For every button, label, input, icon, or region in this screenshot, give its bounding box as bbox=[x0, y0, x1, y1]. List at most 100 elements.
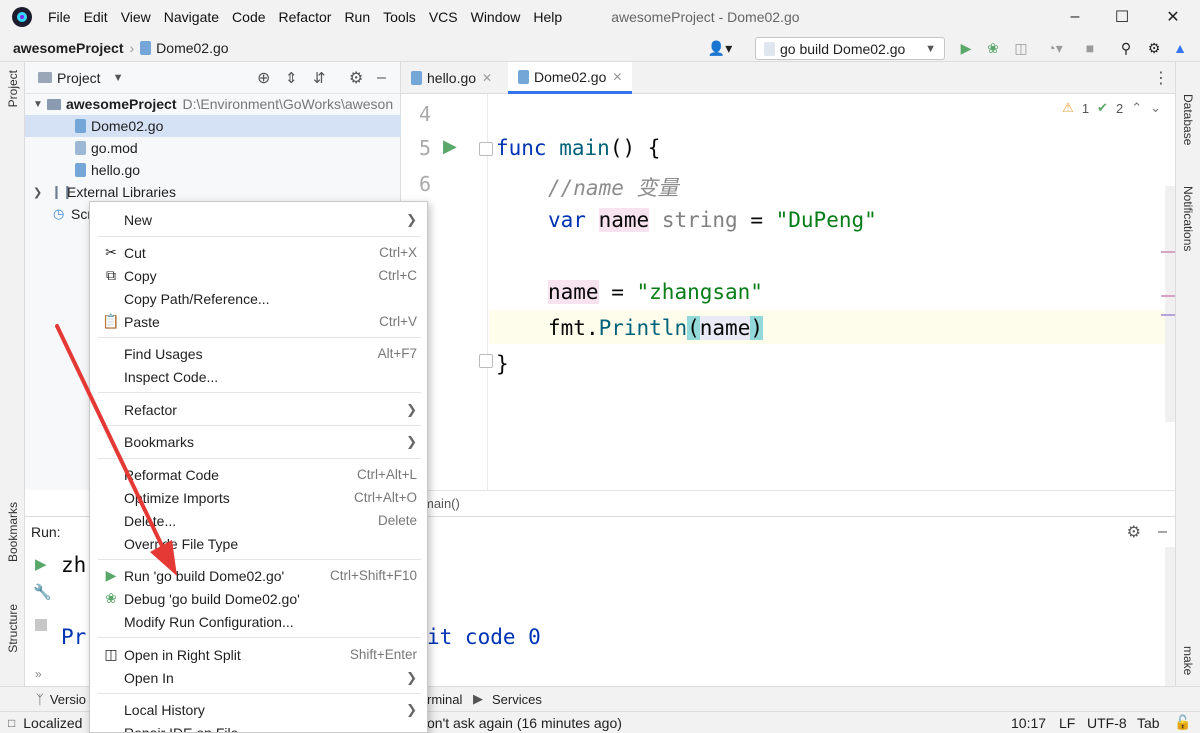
menu-item-bookmarks[interactable]: Bookmarks ❯ bbox=[90, 430, 427, 453]
caret-position[interactable]: 10:17 bbox=[1011, 715, 1046, 731]
inspection-widget[interactable]: ⚠ 1 ✔ 2 ⌃ ⌄ bbox=[1062, 100, 1161, 116]
lock-icon[interactable]: 🔓 bbox=[1174, 714, 1191, 731]
expand-all-icon[interactable]: ⇕ bbox=[285, 69, 298, 87]
status-left-text[interactable]: Localized bbox=[23, 715, 82, 731]
menu-help[interactable]: Help bbox=[533, 9, 562, 25]
menu-refactor[interactable]: Refactor bbox=[279, 9, 332, 25]
coverage-icon[interactable]: ◫ bbox=[1013, 40, 1029, 56]
menu-run[interactable]: Run bbox=[344, 9, 370, 25]
rerun-icon[interactable]: ▶ bbox=[35, 555, 47, 573]
file-encoding[interactable]: UTF-8 bbox=[1087, 715, 1127, 731]
menu-navigate[interactable]: Navigate bbox=[164, 9, 219, 25]
chevron-right-icon[interactable]: ❯ bbox=[33, 186, 51, 199]
tree-external-libraries-row[interactable]: ❯ ❙❙ External Libraries bbox=[25, 181, 401, 203]
menu-item-reformat-code[interactable]: Reformat Code Ctrl+Alt+L bbox=[90, 463, 427, 486]
fold-icon[interactable] bbox=[479, 354, 493, 368]
run-icon[interactable]: ▶ bbox=[958, 40, 974, 56]
console-scrollbar[interactable] bbox=[1165, 547, 1175, 687]
make-tool-button[interactable]: make bbox=[1181, 646, 1195, 675]
code-editor[interactable]: 4 5 6 ▶ func main() { //name 变量 var name… bbox=[401, 94, 1175, 490]
menu-item-delete[interactable]: Delete... Delete bbox=[90, 509, 427, 532]
debug-icon[interactable]: ❀ bbox=[985, 40, 1001, 56]
tab-terminal[interactable]: rminal bbox=[427, 692, 462, 707]
chevron-down-icon[interactable]: ⌄ bbox=[1150, 100, 1161, 116]
file-name: Dome02.go bbox=[91, 118, 164, 134]
breadcrumb-file[interactable]: Dome02.go bbox=[156, 40, 228, 56]
menu-item-find-usages[interactable]: Find Usages Alt+F7 bbox=[90, 342, 427, 365]
close-tab-icon[interactable]: ✕ bbox=[612, 70, 622, 84]
tab-options-icon[interactable]: ⋮ bbox=[1153, 68, 1169, 88]
menu-file[interactable]: File bbox=[48, 9, 71, 25]
menu-item-open-in[interactable]: Open In ❯ bbox=[90, 666, 427, 689]
editor-scrollbar[interactable] bbox=[1165, 186, 1175, 422]
notifications-tool-button[interactable]: Notifications bbox=[1181, 186, 1195, 251]
status-message[interactable]: on't ask again (16 minutes ago) bbox=[427, 715, 622, 731]
maximize-icon[interactable]: ☐ bbox=[1099, 0, 1145, 34]
menu-item-refactor[interactable]: Refactor ❯ bbox=[90, 398, 427, 421]
menu-item-override-file-type[interactable]: Override File Type bbox=[90, 532, 427, 555]
tree-root-row[interactable]: ▼ awesomeProject D:\Environment\GoWorks\… bbox=[25, 93, 401, 115]
breadcrumb-function[interactable]: main() bbox=[423, 496, 460, 511]
line-separator[interactable]: LF bbox=[1059, 715, 1075, 731]
tree-file-row[interactable]: go.mod bbox=[25, 137, 401, 159]
menu-item-repair-ide[interactable]: Repair IDE on File bbox=[90, 721, 427, 733]
chevron-right-icon: ❯ bbox=[406, 433, 417, 449]
menu-item-local-history[interactable]: Local History ❯ bbox=[90, 698, 427, 721]
hide-panel-icon[interactable]: – bbox=[377, 69, 386, 87]
user-dropdown-icon[interactable]: 👤▾ bbox=[707, 40, 733, 56]
breadcrumb-project[interactable]: awesomeProject bbox=[13, 40, 124, 56]
menu-item-paste[interactable]: 📋 Paste Ctrl+V bbox=[90, 310, 427, 333]
chevron-down-icon[interactable]: ▼ bbox=[113, 72, 124, 84]
minimize-icon[interactable]: – bbox=[1052, 0, 1098, 34]
options-gear-icon[interactable]: ⚙ bbox=[349, 68, 363, 88]
menu-view[interactable]: View bbox=[121, 9, 151, 25]
menu-item-run[interactable]: ▶ Run 'go build Dome02.go' Ctrl+Shift+F1… bbox=[90, 564, 427, 587]
close-window-icon[interactable]: ✕ bbox=[1150, 0, 1196, 34]
menu-item-copy-path[interactable]: Copy Path/Reference... bbox=[90, 287, 427, 310]
menu-vcs[interactable]: VCS bbox=[429, 9, 458, 25]
tree-file-row-selected[interactable]: Dome02.go bbox=[25, 115, 401, 137]
menu-item-inspect-code[interactable]: Inspect Code... bbox=[90, 365, 427, 388]
menu-tools[interactable]: Tools bbox=[383, 9, 416, 25]
settings-gear-icon[interactable]: ⚙ bbox=[1146, 40, 1162, 56]
chevron-up-icon[interactable]: ⌃ bbox=[1131, 100, 1142, 116]
tree-file-row[interactable]: hello.go bbox=[25, 159, 401, 181]
menu-item-new[interactable]: New ❯ bbox=[90, 208, 427, 231]
settings-gear-icon[interactable]: ⚙ bbox=[1127, 522, 1141, 542]
menu-item-debug[interactable]: ❀ Debug 'go build Dome02.go' bbox=[90, 587, 427, 610]
bookmarks-tool-button[interactable]: Bookmarks bbox=[6, 502, 20, 562]
chevron-down-icon[interactable]: ▼ bbox=[33, 99, 47, 110]
menu-item-open-right-split[interactable]: ◫ Open in Right Split Shift+Enter bbox=[90, 643, 427, 666]
structure-tool-button[interactable]: Structure bbox=[6, 604, 20, 653]
tab-version-control[interactable]: Versio bbox=[50, 692, 86, 707]
menu-edit[interactable]: Edit bbox=[84, 9, 108, 25]
close-tab-icon[interactable]: ✕ bbox=[482, 71, 492, 85]
menu-item-cut[interactable]: ✂ Cut Ctrl+X bbox=[90, 241, 427, 264]
menu-code[interactable]: Code bbox=[232, 9, 265, 25]
menu-item-copy[interactable]: ⧉ Copy Ctrl+C bbox=[90, 264, 427, 287]
fold-icon[interactable] bbox=[479, 142, 493, 156]
tab-dome02-go[interactable]: Dome02.go ✕ bbox=[508, 62, 633, 94]
tab-hello-go[interactable]: hello.go ✕ bbox=[401, 62, 502, 94]
locate-file-icon[interactable]: ⊕ bbox=[257, 68, 270, 88]
run-gutter-icon[interactable]: ▶ bbox=[443, 136, 457, 157]
indent-setting[interactable]: Tab bbox=[1137, 715, 1160, 731]
tab-services[interactable]: Services bbox=[492, 692, 542, 707]
run-config-label: go build Dome02.go bbox=[780, 40, 906, 57]
menu-item-modify-run-config[interactable]: Modify Run Configuration... bbox=[90, 610, 427, 633]
profile-icon[interactable]: ◔▾ bbox=[1040, 40, 1070, 56]
database-tool-button[interactable]: Database bbox=[1181, 94, 1195, 145]
hide-panel-icon[interactable]: – bbox=[1158, 523, 1167, 541]
collapse-all-icon[interactable]: ⇵ bbox=[313, 69, 326, 87]
stop-icon[interactable]: ■ bbox=[1082, 40, 1098, 56]
run-configuration-select[interactable]: go build Dome02.go ▼ bbox=[755, 37, 945, 60]
plugin-logo-icon[interactable]: ▲ bbox=[1172, 40, 1188, 56]
menu-item-optimize-imports[interactable]: Optimize Imports Ctrl+Alt+O bbox=[90, 486, 427, 509]
project-panel-title[interactable]: Project bbox=[57, 70, 101, 86]
search-icon[interactable]: ⚲ bbox=[1118, 40, 1134, 56]
menu-window[interactable]: Window bbox=[471, 9, 521, 25]
more-icon[interactable]: » bbox=[35, 667, 42, 681]
wrench-icon[interactable]: 🔧 bbox=[33, 583, 52, 601]
project-tool-button[interactable]: Project bbox=[6, 70, 20, 107]
stop-icon[interactable] bbox=[35, 619, 47, 631]
